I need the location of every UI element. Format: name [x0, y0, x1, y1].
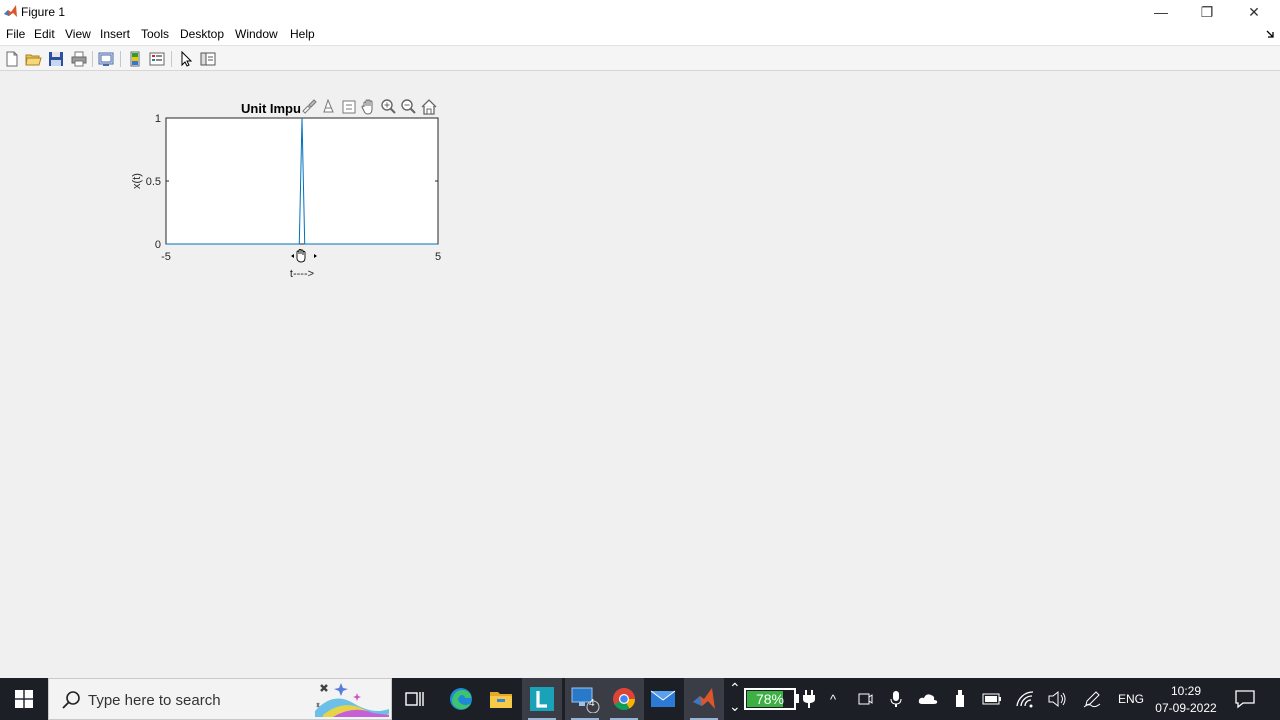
pan-cursor-icon — [291, 249, 317, 263]
close-icon: ✕ — [1248, 3, 1260, 20]
menu-bar: File Edit View Insert Tools Desktop Wind… — [0, 24, 1280, 45]
minimize-button[interactable]: — — [1138, 0, 1184, 24]
task-view-icon — [405, 692, 424, 706]
taskbar-file-explorer[interactable] — [481, 678, 521, 720]
menu-edit[interactable]: Edit — [34, 27, 55, 41]
minimize-icon: — — [1154, 4, 1168, 20]
meet-now-icon[interactable] — [855, 689, 875, 709]
x-tick-label: -5 — [161, 251, 171, 263]
tray-overflow-icon[interactable]: ^ — [823, 689, 843, 709]
microphone-icon[interactable] — [886, 689, 906, 709]
taskbar-edge[interactable] — [441, 678, 481, 720]
y-tick-label: 0.5 — [146, 176, 161, 188]
title-bar: Figure 1 — ❐ ✕ — [0, 0, 1280, 24]
axes-toolbar — [302, 98, 437, 115]
toolbar-separator — [120, 51, 121, 67]
restore-icon: ❐ — [1200, 3, 1214, 20]
link-plot-icon[interactable] — [97, 50, 115, 68]
taskbar-search-box[interactable]: Type here to search — [48, 678, 392, 720]
menu-view[interactable]: View — [65, 27, 91, 41]
zoom-out-icon[interactable] — [401, 99, 416, 114]
monitor-app-badge: 4 — [589, 698, 595, 709]
menu-window[interactable]: Window — [235, 27, 278, 41]
search-icon — [62, 691, 80, 709]
pen-workspace-icon[interactable] — [1082, 689, 1102, 709]
notification-center-icon[interactable] — [1234, 688, 1256, 710]
print-icon[interactable] — [70, 50, 88, 68]
search-highlight-art-icon — [315, 683, 389, 717]
power-plug-icon[interactable] — [799, 689, 819, 709]
volume-icon[interactable] — [1047, 689, 1067, 709]
dock-arrow-icon[interactable] — [1266, 30, 1274, 38]
monitor-app-icon — [571, 687, 600, 713]
edge-icon — [450, 688, 472, 710]
chevron-up-icon[interactable]: ⌃ — [729, 680, 741, 697]
menu-desktop[interactable]: Desktop — [180, 27, 224, 41]
chrome-icon — [613, 688, 635, 710]
menu-tools[interactable]: Tools — [141, 27, 169, 41]
x-axis-label: t----> — [290, 268, 314, 280]
onedrive-icon[interactable] — [918, 689, 938, 709]
close-button[interactable]: ✕ — [1231, 0, 1277, 24]
wifi-icon[interactable] — [1015, 689, 1035, 709]
window-title: Figure 1 — [21, 5, 66, 19]
figure-toolbar — [0, 45, 1280, 71]
y-tick-label: 0 — [155, 239, 161, 251]
edit-plot-icon[interactable] — [177, 50, 195, 68]
data-tips-icon[interactable] — [323, 98, 334, 113]
new-figure-icon[interactable] — [3, 50, 21, 68]
battery-tray-icon[interactable] — [982, 689, 1002, 709]
figure-canvas: 0 0.5 1 -5 5 Unit Impu x(t) t----> — [0, 72, 1280, 678]
menu-insert[interactable]: Insert — [100, 27, 130, 41]
restore-view-icon[interactable] — [342, 100, 356, 114]
input-language[interactable]: ENG — [1118, 692, 1144, 706]
restore-button[interactable]: ❐ — [1184, 0, 1230, 24]
battery-percent: 78% — [755, 691, 785, 707]
chart-title: Unit Impu — [241, 101, 301, 116]
taskbar-l-app[interactable] — [522, 678, 562, 720]
clock-time: 10:29 — [1170, 684, 1202, 698]
menu-help[interactable]: Help — [290, 27, 315, 41]
windows-taskbar: Type here to search 4 ⌃ ⌄ 78% ^ ENG 10:2… — [0, 678, 1280, 720]
pan-icon[interactable] — [361, 99, 373, 115]
y-axis-label: x(t) — [131, 173, 143, 189]
file-explorer-icon — [490, 692, 512, 708]
taskbar-matlab[interactable] — [684, 678, 724, 720]
home-icon[interactable] — [421, 99, 437, 115]
property-inspector-icon[interactable] — [199, 50, 217, 68]
usb-device-icon[interactable] — [950, 689, 970, 709]
taskbar-chrome[interactable] — [604, 678, 644, 720]
save-icon[interactable] — [47, 50, 65, 68]
x-tick-label: 5 — [435, 251, 441, 263]
l-app-icon — [530, 687, 554, 711]
brush-icon[interactable] — [302, 99, 317, 114]
y-tick-label: 1 — [155, 113, 161, 125]
battery-indicator[interactable]: 78% — [744, 688, 796, 710]
open-file-icon[interactable] — [24, 50, 42, 68]
windows-logo-icon — [15, 690, 33, 708]
taskbar-task-view[interactable] — [395, 678, 435, 720]
toolbar-separator — [171, 51, 172, 67]
clock-date: 07-09-2022 — [1155, 701, 1217, 715]
matlab-logo-icon — [4, 5, 17, 17]
taskbar-monitor-app[interactable]: 4 — [565, 678, 605, 720]
mail-icon — [650, 690, 676, 707]
taskbar-scroll[interactable]: ⌃ ⌄ — [727, 680, 741, 718]
taskbar-mail[interactable] — [643, 678, 683, 720]
chevron-down-icon[interactable]: ⌄ — [729, 698, 741, 715]
search-placeholder: Type here to search — [88, 692, 221, 709]
zoom-in-icon[interactable] — [381, 99, 396, 114]
insert-colorbar-icon[interactable] — [126, 50, 144, 68]
plot-axes[interactable]: 0 0.5 1 -5 5 Unit Impu x(t) t----> — [0, 72, 1280, 678]
insert-legend-icon[interactable] — [148, 50, 166, 68]
toolbar-separator — [92, 51, 93, 67]
menu-file[interactable]: File — [6, 27, 25, 41]
matlab-icon — [693, 688, 715, 709]
start-button[interactable] — [0, 678, 48, 720]
